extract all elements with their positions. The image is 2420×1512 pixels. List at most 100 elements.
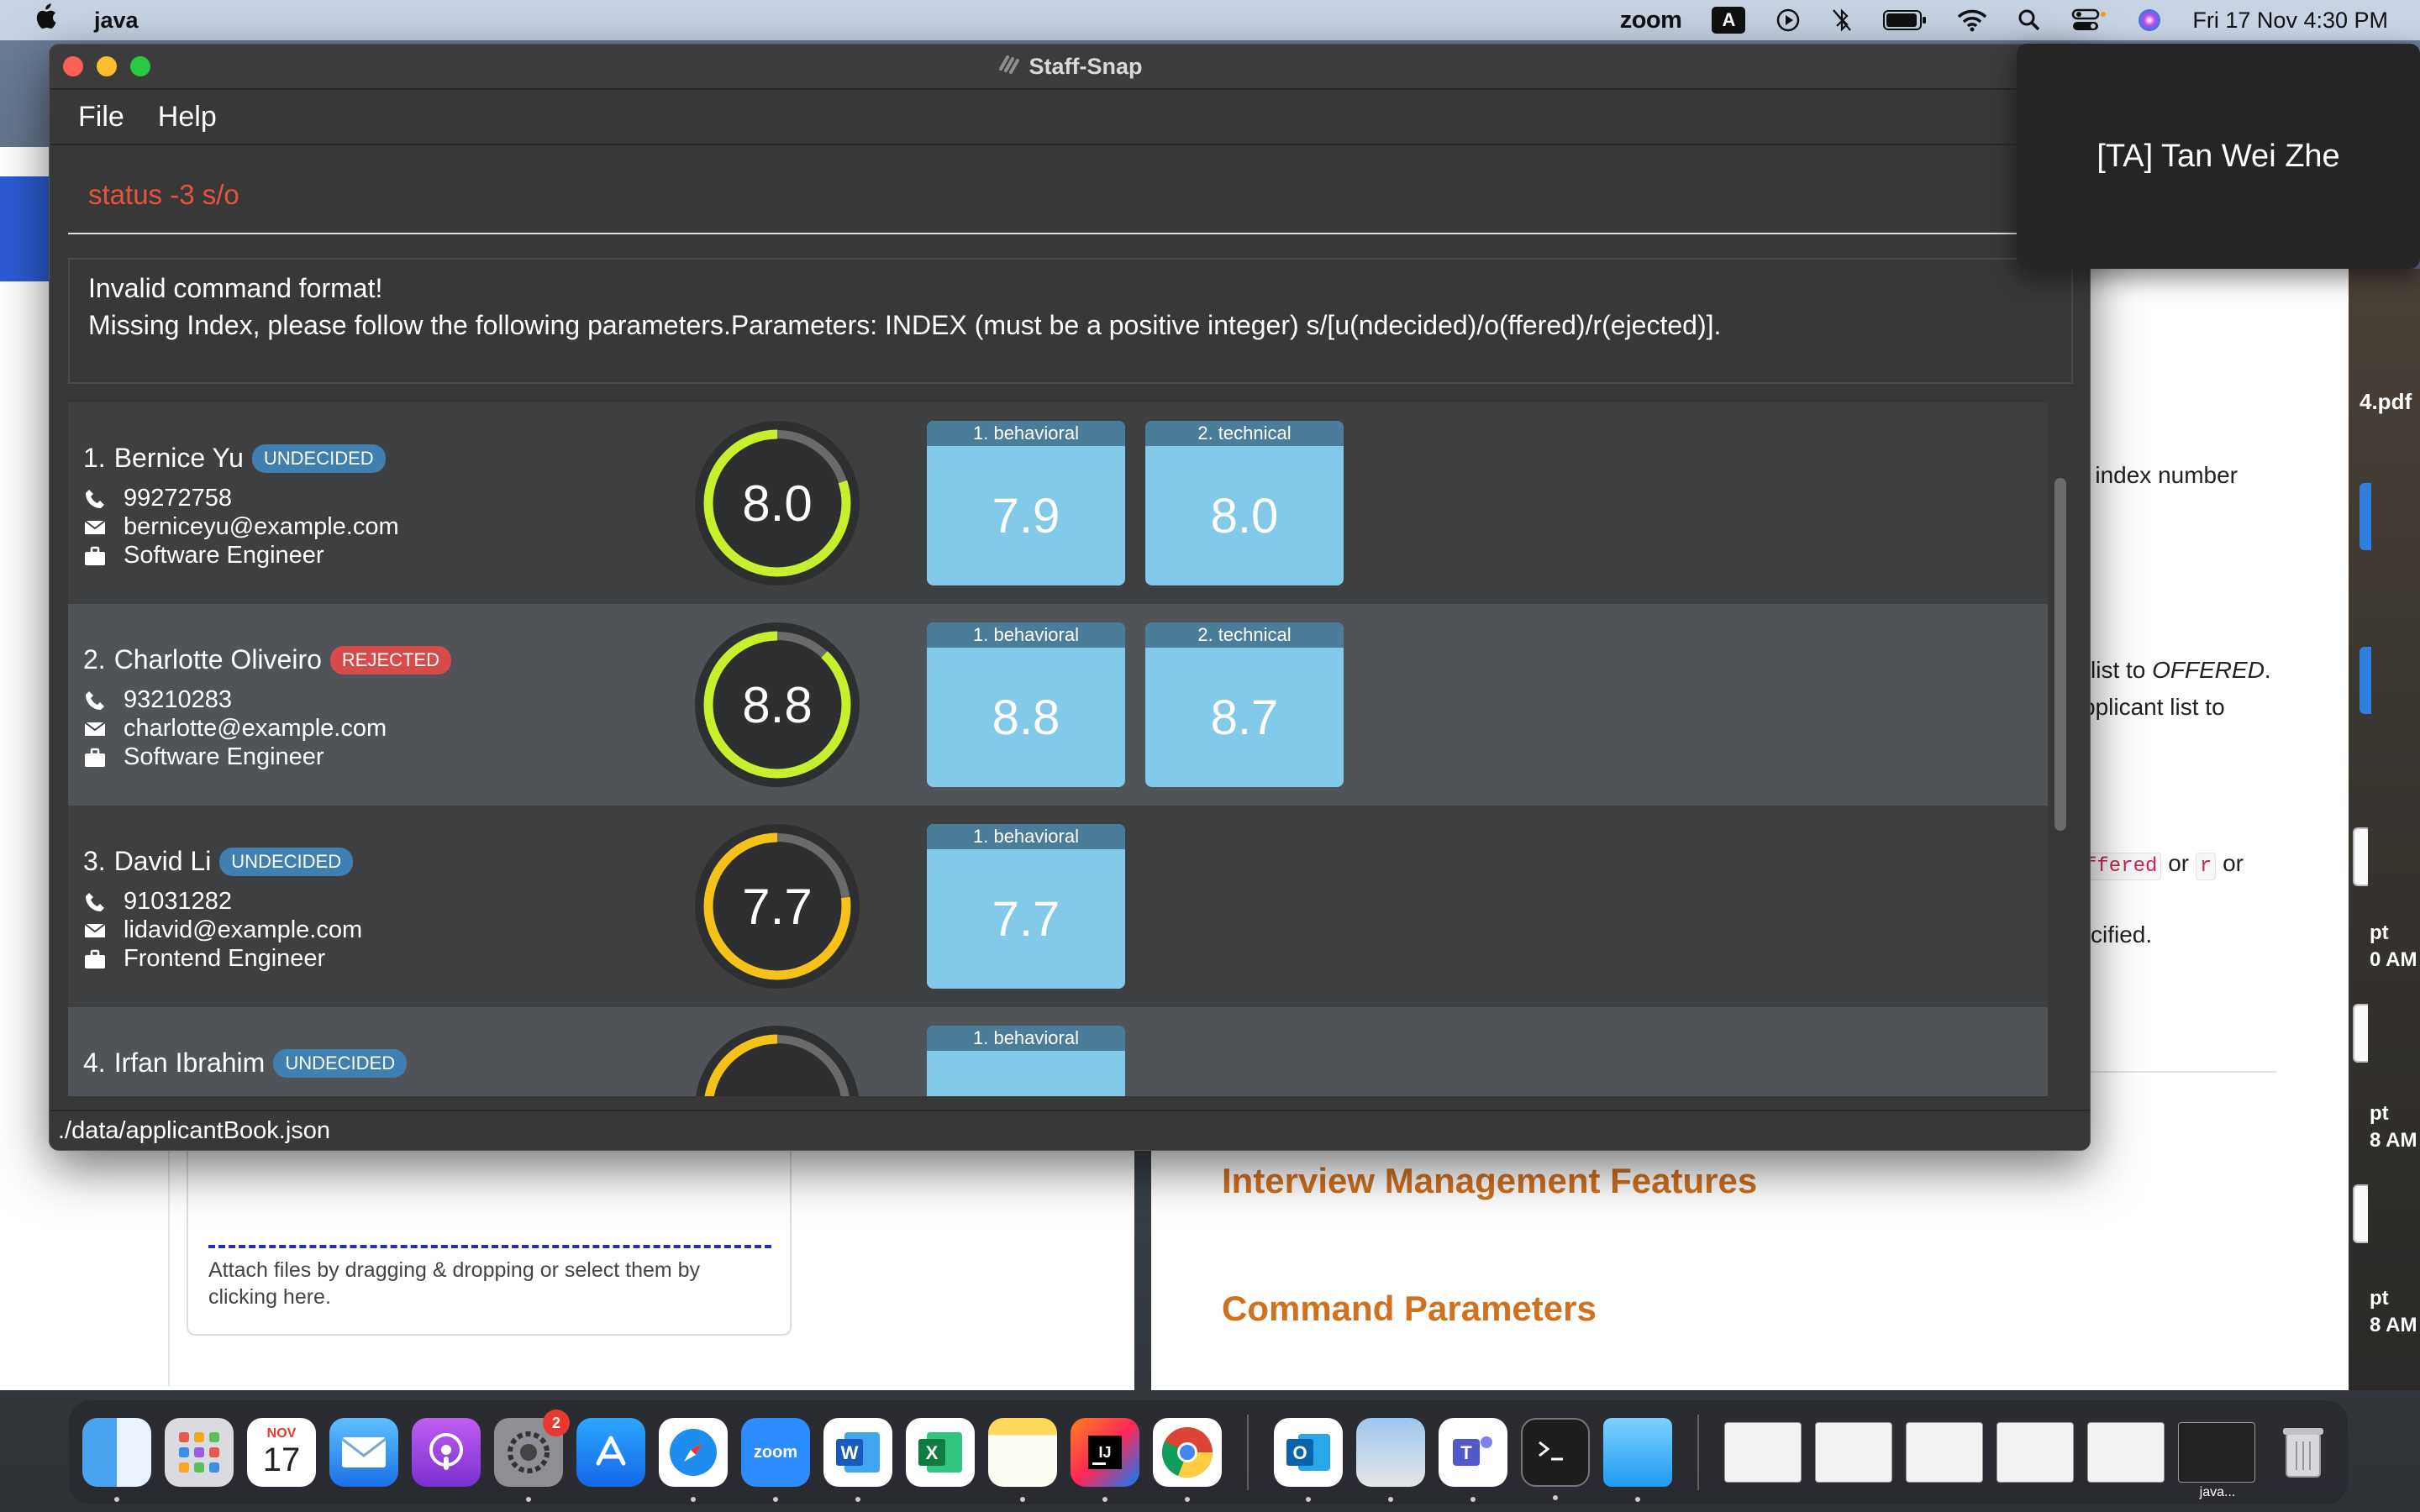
preview-icon[interactable] [1356,1418,1425,1502]
zoom-participant-overlay[interactable]: [TA] Tan Wei Zhe [2017,44,2420,269]
calendar-icon[interactable]: NOV 17 [247,1418,316,1487]
podcasts-icon[interactable] [412,1418,481,1487]
interview-score-tile: 1. behavioral 8.8 [927,622,1125,787]
bluetooth-off-icon[interactable] [1831,8,1853,33]
window-thumbnail[interactable] [2087,1422,2165,1483]
doc-heading: Interview Management Features [1222,1161,1758,1200]
wifi-icon[interactable] [1957,8,1987,32]
clock-datetime[interactable]: Fri 17 Nov 4:30 PM [2192,8,2388,34]
window-thumbnail[interactable] [1906,1422,1983,1483]
briefcase-icon [83,948,107,971]
interview-label: 1. behavioral [927,824,1125,849]
command-input[interactable]: status -3 s/o [68,154,2075,234]
desktop-file-icon[interactable] [2353,827,2368,886]
window-title: Staff-Snap [1028,53,1143,79]
minimize-window-button[interactable] [97,56,117,76]
command-box-area: status -3 s/o [50,144,2090,243]
interview-score-tile: 1. behavioral 7.9 [927,421,1125,585]
intellij-icon[interactable]: IJ [1071,1418,1139,1502]
folder-icon[interactable] [1603,1418,1672,1502]
app-store-icon[interactable] [576,1418,645,1487]
briefcase-icon [83,544,107,568]
control-center-icon[interactable] [2071,8,2107,33]
system-settings-icon[interactable]: 2 [494,1410,570,1502]
excel-icon[interactable]: X [906,1418,975,1487]
desktop-file-icon[interactable] [2353,1184,2368,1243]
participant-name: [TA] Tan Wei Zhe [2096,138,2340,174]
menu-file[interactable]: File [78,101,124,134]
applicant-info-line: lidavid@example.com [83,916,362,944]
command-input-text[interactable]: status -3 s/o [88,179,239,211]
doc-text: pplicant list to [2082,694,2225,720]
close-window-button[interactable] [63,56,83,76]
applicant-name: Charlotte Oliveiro [113,644,322,675]
interview-score [927,1051,1125,1096]
svg-text:O: O [1292,1442,1307,1463]
attachment-drop-text[interactable]: Attach files by dragging & dropping or s… [208,1257,755,1310]
notification-badge: 2 [543,1410,570,1436]
list-scrollbar[interactable] [2054,478,2066,831]
applicant-list[interactable]: 1. Bernice Yu UNDECIDED 99272758 berniceyu@e… [68,402,2073,1096]
zoom-menu-icon[interactable]: zoom [1620,7,1682,34]
window-thumbnail[interactable] [1815,1422,1892,1483]
doc-text: e index number [2075,462,2238,488]
screen-recording-icon[interactable] [1776,8,1801,33]
applicant-name: Bernice Yu [113,443,244,473]
doc-text: list to OFFERED. [2091,657,2271,683]
applicant-name: David Li [113,846,212,876]
interview-score: 8.0 [1210,488,1279,543]
overall-score-ring [695,1026,860,1096]
launchpad-icon[interactable] [165,1418,234,1487]
dock: NOV 17 2 zoom W X IJ O T java... [69,1400,2348,1504]
applicant-position: Software Engineer [124,743,324,770]
applicant-info-line: Software Engineer [83,743,324,771]
applicant-card[interactable]: 4. Irfan Ibrahim UNDECIDED 1. behavioral [68,1007,2048,1096]
desktop-file-label[interactable]: pt 8 AM [2370,1100,2417,1154]
desktop-file-icon[interactable] [2353,1004,2368,1063]
apple-logo-icon[interactable] [32,3,57,38]
window-titlebar[interactable]: Staff-Snap [50,45,2090,90]
outlook-icon[interactable]: O [1274,1418,1343,1502]
applicant-index: 4. [83,1047,106,1078]
applicant-info-line: 93210283 [83,686,232,714]
applicant-card[interactable]: 2. Charlotte Oliveiro REJECTED 93210283 char… [68,604,2048,806]
java-window-thumbnail[interactable]: java... [2178,1422,2255,1499]
battery-icon[interactable] [1883,9,1927,31]
desktop-file-label[interactable]: pt 8 AM [2370,1285,2417,1339]
input-source-icon[interactable]: A [1712,7,1746,34]
desktop-file-label[interactable]: pt 0 AM [2370,920,2417,974]
word-icon[interactable]: W [823,1418,892,1502]
trash-icon[interactable] [2269,1418,2338,1487]
status-badge: UNDECIDED [219,847,354,876]
mail-icon[interactable] [329,1418,398,1487]
calendar-month: NOV [266,1425,297,1441]
background-sidebar-accent [0,176,50,281]
zoom-app-icon[interactable]: zoom [741,1418,810,1502]
maximize-window-button[interactable] [130,56,150,76]
overall-score [695,1026,860,1096]
desktop-file-label[interactable]: 4.pdf [2360,389,2412,415]
status-badge: REJECTED [329,645,452,675]
finder-icon[interactable] [82,1418,151,1502]
interview-score: 7.7 [992,891,1060,947]
terminal-icon[interactable] [1521,1418,1590,1500]
active-app-name[interactable]: java [94,8,139,34]
java-thumbnail-label: java... [2199,1485,2236,1499]
spotlight-search-icon[interactable] [2018,8,2041,32]
safari-icon[interactable] [659,1418,728,1502]
desktop-file-icon[interactable] [2360,483,2371,550]
menu-help[interactable]: Help [158,101,217,134]
interview-score-tile: 2. technical 8.7 [1145,622,1344,787]
window-thumbnail[interactable] [1996,1422,2074,1483]
mac-menu-bar: java zoom A Fri 17 Nov 4:30 PM [0,0,2420,40]
interview-score-tile: 1. behavioral 7.7 [927,824,1125,989]
siri-icon[interactable] [2137,8,2162,33]
applicant-email: lidavid@example.com [124,916,363,943]
applicant-card[interactable]: 3. David Li UNDECIDED 91031282 lidavid@examp… [68,806,2048,1007]
teams-icon[interactable]: T [1439,1418,1507,1502]
window-thumbnail[interactable] [1724,1422,1802,1483]
notes-icon[interactable] [988,1418,1057,1502]
applicant-card[interactable]: 1. Bernice Yu UNDECIDED 99272758 berniceyu@e… [68,402,2048,604]
desktop-file-icon[interactable] [2360,647,2371,714]
chrome-icon[interactable] [1153,1418,1222,1502]
